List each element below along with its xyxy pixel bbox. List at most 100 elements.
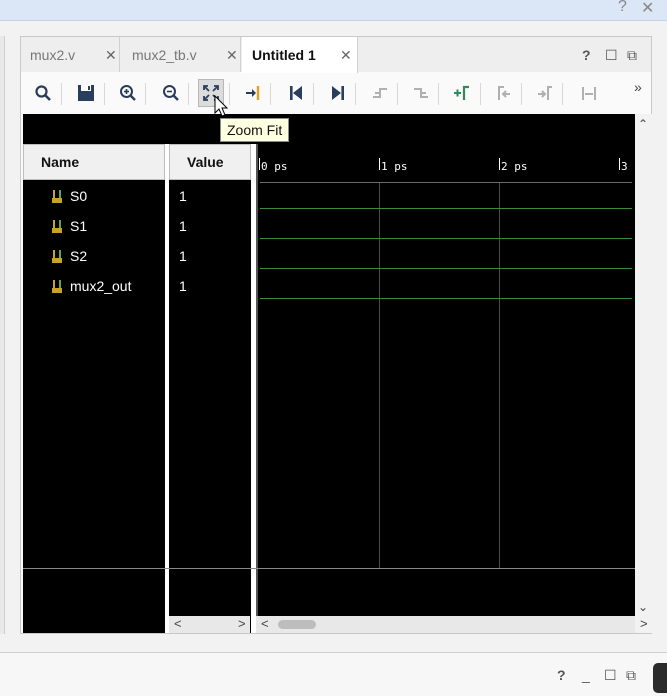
- timeline-tick-label: 1 ps: [381, 160, 408, 173]
- maximize-icon[interactable]: ☐: [604, 667, 617, 684]
- waveform-trace-S2: [260, 268, 632, 269]
- maximize-icon[interactable]: ☐: [605, 47, 618, 64]
- go-to-cursor-icon[interactable]: [240, 79, 266, 107]
- signal-row-S1[interactable]: S1: [51, 218, 161, 236]
- signal-value: 1: [179, 278, 187, 294]
- left-side-panel: [0, 36, 5, 634]
- timeline-tick-mark: [619, 158, 620, 170]
- value-horizontal-scrollbar[interactable]: < >: [169, 616, 250, 633]
- toolbar-separator: [521, 83, 522, 105]
- next-marker-icon[interactable]: [532, 79, 558, 107]
- go-to-last-time-icon[interactable]: [325, 79, 351, 107]
- side-handle[interactable]: [653, 663, 667, 693]
- value-column-label: Value: [187, 154, 224, 170]
- time-grid-line: [499, 182, 500, 568]
- save-icon[interactable]: [73, 79, 99, 107]
- column-divider[interactable]: [165, 144, 169, 633]
- timeline-tick-label: 0 ps: [261, 160, 288, 173]
- timeline-tick-mark: [379, 158, 380, 170]
- zoom-fit-tooltip: Zoom Fit: [220, 118, 290, 142]
- tab-untitled-1[interactable]: Untitled 1 ✕: [242, 37, 358, 73]
- bottom-panel: ? _ ☐ ⧉: [0, 652, 667, 696]
- waveform-bottom-border: [23, 568, 635, 569]
- signal-row-mux2_out[interactable]: mux2_out: [51, 278, 161, 296]
- help-icon[interactable]: ?: [557, 667, 566, 683]
- toolbar-separator: [270, 83, 271, 105]
- signal-name: S1: [70, 218, 88, 234]
- tab-label: mux2_tb.v: [132, 47, 197, 63]
- waveform-horizontal-scrollbar[interactable]: < >: [256, 616, 648, 633]
- value-column-header[interactable]: Value: [169, 144, 251, 180]
- toolbar-separator: [480, 83, 481, 105]
- signal-bit-icon: [51, 279, 65, 297]
- timeline-tick-mark: [259, 158, 260, 170]
- waveform-trace-S0: [260, 208, 632, 209]
- tab-label: mux2.v: [30, 47, 76, 63]
- swap-cursors-icon[interactable]: [576, 79, 602, 107]
- waveform-toolbar: »: [21, 77, 651, 111]
- toolbar-separator: [562, 83, 563, 105]
- tab-label: Untitled 1: [252, 47, 316, 63]
- next-transition-icon[interactable]: [408, 79, 434, 107]
- float-icon[interactable]: ⧉: [627, 47, 637, 64]
- toolbar-separator: [438, 83, 439, 105]
- signal-name: S2: [70, 248, 88, 264]
- toolbar-separator: [397, 83, 398, 105]
- toolbar-separator: [355, 83, 356, 105]
- toolbar-separator: [145, 83, 146, 105]
- mouse-cursor-icon: [214, 95, 229, 117]
- scroll-left-icon[interactable]: <: [261, 616, 269, 631]
- go-to-time-zero-icon[interactable]: [283, 79, 309, 107]
- scroll-down-icon[interactable]: ⌄: [638, 600, 648, 614]
- toolbar-separator: [104, 83, 105, 105]
- window-close-button[interactable]: ✕: [641, 0, 654, 18]
- signal-bit-icon: [51, 189, 65, 207]
- signal-row-S2[interactable]: S2: [51, 248, 161, 266]
- close-icon[interactable]: ✕: [226, 47, 238, 64]
- signal-name: S0: [70, 188, 88, 204]
- search-icon[interactable]: [30, 79, 56, 107]
- timeline-baseline: [260, 182, 632, 183]
- scroll-up-icon[interactable]: ⌃: [638, 117, 648, 131]
- close-icon[interactable]: ✕: [340, 47, 352, 64]
- editor-tabs: mux2.v ✕ mux2_tb.v ✕ Untitled 1 ✕ ? ☐ ⧉: [21, 37, 651, 73]
- timeline-tick-label: 3: [621, 160, 628, 173]
- waveform-trace-S1: [260, 238, 632, 239]
- toolbar-overflow-icon[interactable]: »: [634, 79, 642, 95]
- timeline-tick-mark: [499, 158, 500, 170]
- help-icon[interactable]: ?: [582, 47, 591, 63]
- tab-mux2-tb-v[interactable]: mux2_tb.v ✕: [120, 37, 241, 72]
- signal-row-S0[interactable]: S0: [51, 188, 161, 206]
- toolbar-separator: [313, 83, 314, 105]
- signal-value: 1: [179, 218, 187, 234]
- close-icon[interactable]: ✕: [105, 47, 117, 64]
- name-column-header[interactable]: Name: [23, 144, 165, 180]
- signal-bit-icon: [51, 249, 65, 267]
- scroll-right-icon[interactable]: >: [640, 616, 648, 631]
- waveform-trace-mux2_out: [260, 298, 632, 299]
- scroll-thumb[interactable]: [278, 620, 316, 629]
- previous-marker-icon[interactable]: [491, 79, 517, 107]
- signal-value: 1: [179, 188, 187, 204]
- timeline-tick-label: 2 ps: [501, 160, 528, 173]
- tab-mux2-v[interactable]: mux2.v ✕: [21, 37, 120, 72]
- window-title-bar: ? ✕: [0, 0, 667, 21]
- zoom-in-icon[interactable]: [115, 79, 141, 107]
- scroll-left-icon[interactable]: <: [174, 616, 182, 631]
- vertical-scrollbar[interactable]: ⌃ ⌄: [635, 114, 652, 633]
- toolbar-separator: [61, 83, 62, 105]
- waveform-viewer: Name Value S0 S1 S2 mux2_out 1 1 1 1 0 ps 1 ps 2…: [23, 114, 635, 633]
- window-help-button[interactable]: ?: [618, 0, 627, 16]
- toolbar-separator: [188, 83, 189, 105]
- previous-transition-icon[interactable]: [367, 79, 393, 107]
- zoom-out-icon[interactable]: [158, 79, 184, 107]
- signal-value: 1: [179, 248, 187, 264]
- minimize-icon[interactable]: _: [582, 667, 590, 683]
- signal-name: mux2_out: [70, 278, 132, 294]
- signal-bit-icon: [51, 219, 65, 237]
- add-marker-icon[interactable]: [449, 79, 475, 107]
- float-icon[interactable]: ⧉: [626, 667, 636, 684]
- scroll-right-icon[interactable]: >: [238, 616, 246, 631]
- waveform-left-edge: [256, 144, 258, 633]
- time-grid-line: [379, 182, 380, 568]
